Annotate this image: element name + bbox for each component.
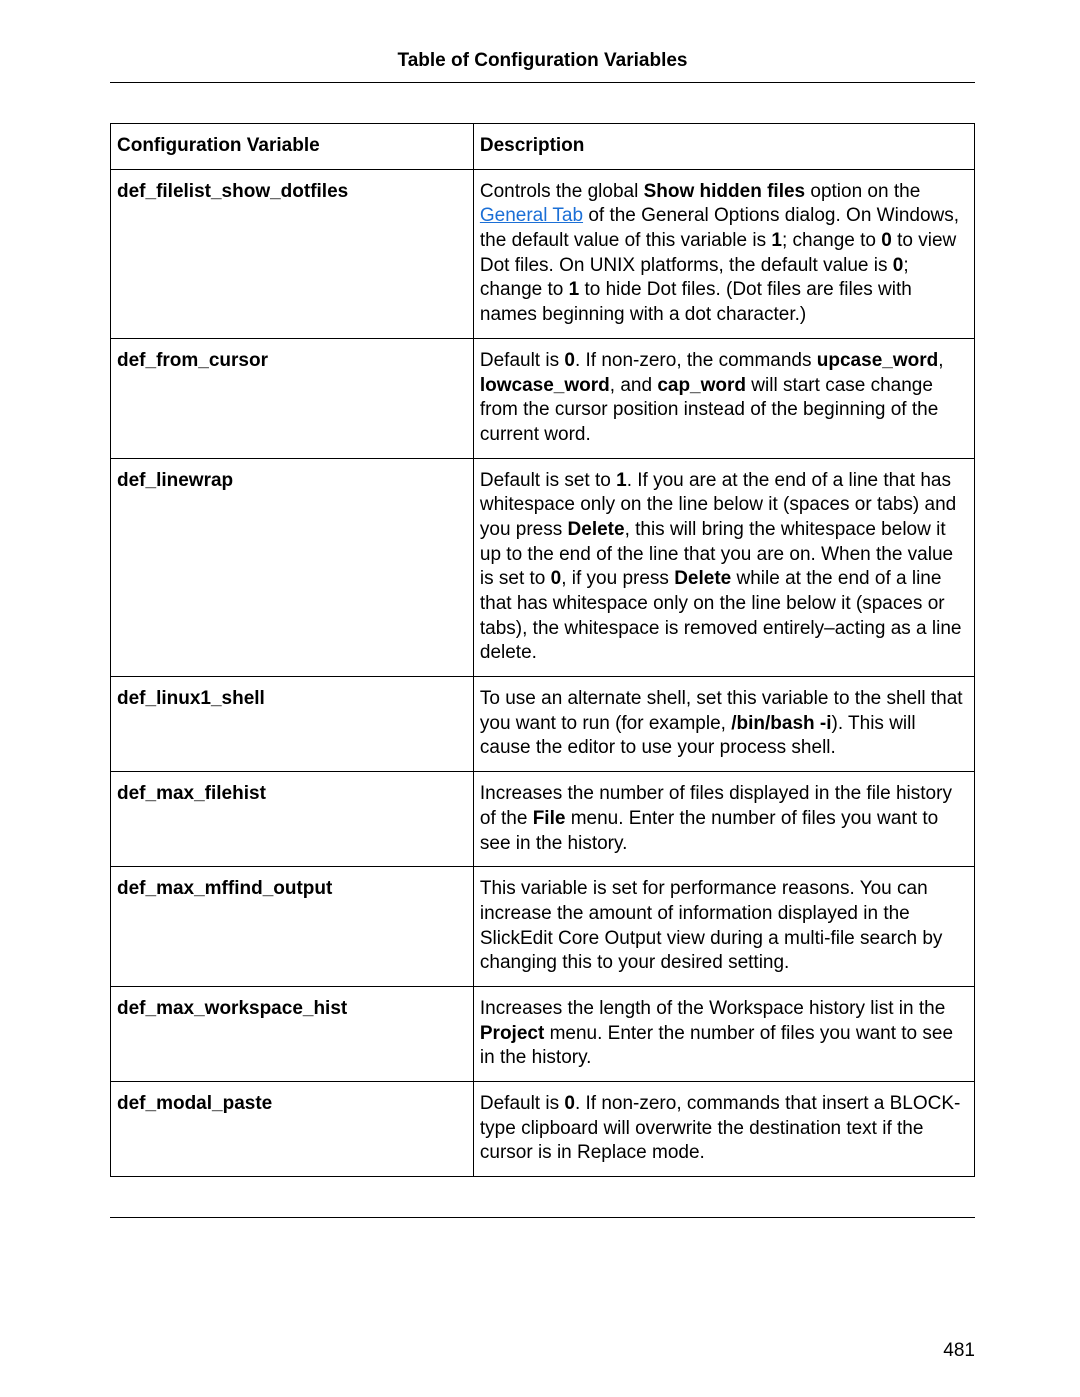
var-name: def_max_filehist (111, 772, 474, 867)
var-name: def_linewrap (111, 458, 474, 677)
var-description: Controls the global Show hidden files op… (473, 169, 974, 338)
var-name: def_from_cursor (111, 338, 474, 458)
col-header-variable: Configuration Variable (111, 124, 474, 170)
footer-rule (110, 1217, 975, 1218)
table-row: def_linewrap Default is set to 1. If you… (111, 458, 975, 677)
var-description: Increases the length of the Workspace hi… (473, 986, 974, 1081)
link-general-tab[interactable]: General Tab (480, 205, 583, 226)
var-description: Increases the number of files displayed … (473, 772, 974, 867)
table-header-row: Configuration Variable Description (111, 124, 975, 170)
var-name: def_filelist_show_dotfiles (111, 169, 474, 338)
table-row: def_filelist_show_dotfiles Controls the … (111, 169, 975, 338)
var-name: def_modal_paste (111, 1082, 474, 1177)
table-row: def_max_workspace_hist Increases the len… (111, 986, 975, 1081)
config-table: Configuration Variable Description def_f… (110, 123, 975, 1177)
var-name: def_max_workspace_hist (111, 986, 474, 1081)
table-row: def_modal_paste Default is 0. If non-zer… (111, 1082, 975, 1177)
var-name: def_linux1_shell (111, 677, 474, 772)
table-row: def_max_mffind_output This variable is s… (111, 867, 975, 987)
var-name: def_max_mffind_output (111, 867, 474, 987)
page-title: Table of Configuration Variables (110, 50, 975, 82)
var-description: This variable is set for performance rea… (473, 867, 974, 987)
col-header-description: Description (473, 124, 974, 170)
page-container: Table of Configuration Variables Configu… (0, 0, 1080, 1397)
page-number: 481 (943, 1340, 975, 1362)
var-description: Default is set to 1. If you are at the e… (473, 458, 974, 677)
header-rule (110, 82, 975, 83)
var-description: Default is 0. If non-zero, commands that… (473, 1082, 974, 1177)
table-row: def_max_filehist Increases the number of… (111, 772, 975, 867)
var-description: To use an alternate shell, set this vari… (473, 677, 974, 772)
var-description: Default is 0. If non-zero, the commands … (473, 338, 974, 458)
table-row: def_from_cursor Default is 0. If non-zer… (111, 338, 975, 458)
table-row: def_linux1_shell To use an alternate she… (111, 677, 975, 772)
